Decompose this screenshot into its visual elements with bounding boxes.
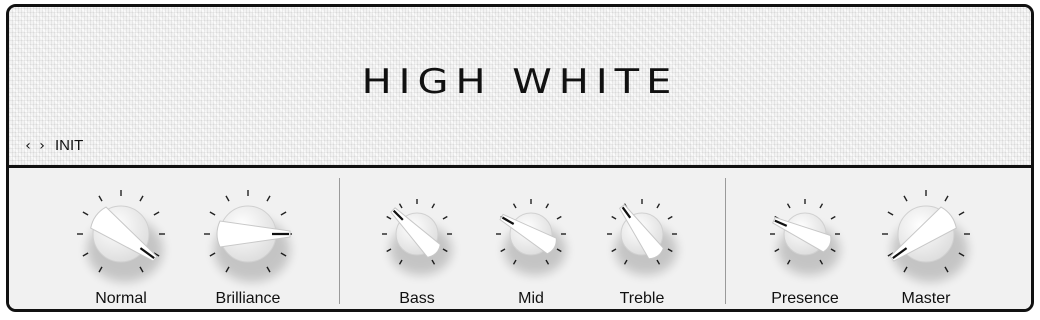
knob-tick xyxy=(556,215,562,220)
chevron-left-icon[interactable]: ‹ xyxy=(21,138,35,154)
knob-label-bass: Bass xyxy=(399,290,435,307)
preset-selector: ‹ › INIT xyxy=(21,137,83,154)
amp-title: HIGH WHITE xyxy=(361,62,679,102)
knob-tick xyxy=(887,211,894,216)
knob-tick xyxy=(611,215,617,220)
knob-tick xyxy=(386,215,392,220)
knob-label-normal: Normal xyxy=(95,290,147,307)
knob-tick xyxy=(786,203,791,209)
knob-tick xyxy=(431,203,436,209)
knob-tick xyxy=(266,195,271,202)
knob-mid[interactable] xyxy=(496,199,566,275)
knob-label-presence: Presence xyxy=(771,290,839,307)
knob-tick xyxy=(139,195,144,202)
knob-tick xyxy=(944,195,949,202)
knob-tick xyxy=(545,203,550,209)
knob-bass[interactable] xyxy=(382,199,452,275)
amp-panel: HIGH WHITE ‹ › INIT Normal Brilliance Ba… xyxy=(6,4,1034,312)
knob-normal[interactable] xyxy=(77,190,165,282)
knob-tick xyxy=(667,215,673,220)
knob-tick xyxy=(98,195,103,202)
knob-treble[interactable] xyxy=(607,199,677,275)
knob-master[interactable] xyxy=(882,190,970,282)
knob-tick xyxy=(958,211,965,216)
tolex-header: HIGH WHITE ‹ › INIT xyxy=(9,7,1031,168)
knob-label-brilliance: Brilliance xyxy=(215,290,281,307)
knob-tick xyxy=(225,195,230,202)
knob-tick xyxy=(903,195,908,202)
knob-tick xyxy=(209,211,216,216)
knob-tick xyxy=(82,211,89,216)
knob-tick xyxy=(442,215,448,220)
knob-tick xyxy=(153,211,160,216)
knob-tick xyxy=(656,203,661,209)
knob-label-mid: Mid xyxy=(518,290,544,307)
knob-label-master: Master xyxy=(901,290,951,307)
knob-tick xyxy=(280,211,287,216)
knob-brilliance[interactable] xyxy=(204,190,292,282)
knob-tick xyxy=(398,203,403,209)
preset-name[interactable]: INIT xyxy=(55,137,83,154)
knob-presence[interactable] xyxy=(770,199,840,275)
knob-tick xyxy=(830,215,836,220)
knobs-canvas xyxy=(77,190,970,282)
controls-panel: Normal Brilliance Bass Mid Treble Presen… xyxy=(9,168,1031,309)
knob-tick xyxy=(819,203,824,209)
knob-label-treble: Treble xyxy=(619,290,665,307)
knob-tick xyxy=(512,203,517,209)
chevron-right-icon[interactable]: › xyxy=(35,138,49,154)
